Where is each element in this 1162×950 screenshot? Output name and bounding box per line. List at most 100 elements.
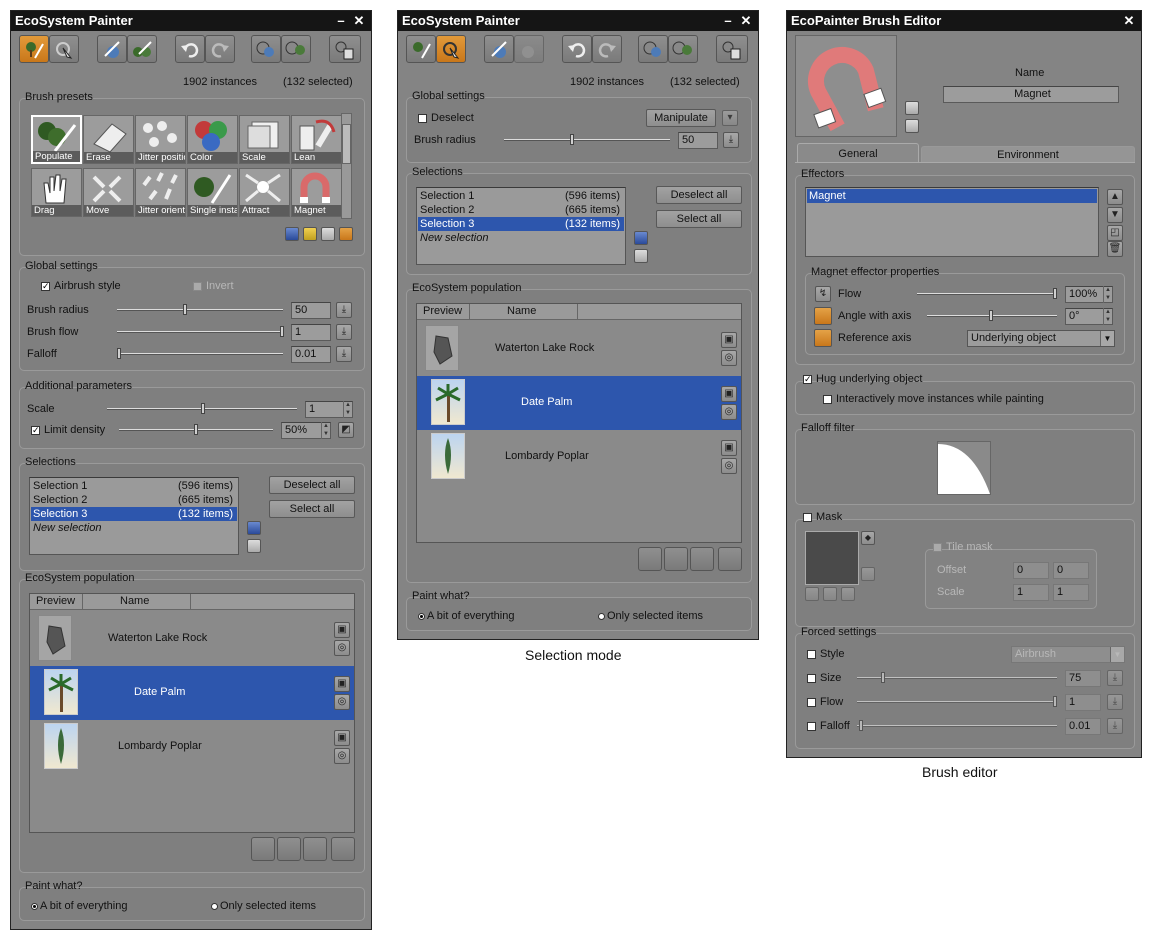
remove-item-button[interactable] — [331, 837, 355, 861]
angle-slider[interactable] — [927, 310, 1057, 321]
angle-spinner[interactable]: ▲ ▼ — [1103, 308, 1112, 325]
falloff-checkbox[interactable] — [807, 722, 816, 731]
add-rock-button[interactable] — [251, 837, 275, 861]
style-select[interactable]: Airbrush ▼ — [1011, 646, 1125, 663]
scale-y-field[interactable]: 1 — [1053, 584, 1089, 601]
save-selection-icon[interactable] — [634, 231, 648, 245]
limit-density-checkbox[interactable]: ✓ — [31, 426, 40, 435]
export-brush-icon[interactable] — [905, 101, 919, 115]
new-selection-item[interactable]: New selection — [418, 231, 624, 245]
edit-object-icon[interactable]: ◎ — [334, 748, 350, 764]
list-item[interactable]: Selection 3 (132 items) — [31, 507, 237, 521]
deselect-checkbox[interactable] — [418, 114, 427, 123]
move-up-icon[interactable]: ▲ — [1107, 189, 1123, 205]
edit-object-icon[interactable]: ◎ — [721, 458, 737, 474]
forced-falloff-field[interactable]: 0.01 — [1065, 718, 1101, 735]
no-spray-button[interactable] — [484, 35, 514, 63]
delete-selection-icon[interactable] — [634, 249, 648, 263]
mask-align-icon[interactable] — [805, 587, 819, 601]
everything-radio[interactable] — [31, 903, 38, 910]
preset-drag[interactable]: Drag — [31, 168, 82, 217]
mask-flip-icon[interactable] — [823, 587, 837, 601]
redo-button[interactable] — [592, 35, 622, 63]
brush-name-field[interactable]: Magnet — [943, 86, 1119, 103]
mask-pick-icon[interactable]: ◆ — [861, 531, 875, 545]
table-row[interactable]: Lombardy Poplar ▣ ◎ — [30, 720, 354, 774]
select-all-button[interactable]: Select all — [656, 210, 742, 228]
edit-object-icon[interactable]: ◎ — [721, 350, 737, 366]
tab-general[interactable]: General — [797, 143, 919, 163]
flow-slider[interactable] — [917, 288, 1057, 299]
reference-axis-link-icon[interactable] — [814, 329, 832, 347]
flow-spinner[interactable]: ▲ ▼ — [1103, 286, 1112, 303]
brush-flow-field[interactable]: 1 — [291, 324, 331, 341]
save-preset-icon[interactable] — [285, 227, 299, 241]
population-options-button[interactable] — [281, 35, 311, 63]
select-all-button[interactable]: Select all — [269, 500, 355, 518]
scale-x-field[interactable]: 1 — [1013, 584, 1049, 601]
paint-mode-button[interactable] — [406, 35, 436, 63]
preset-move[interactable]: Move — [83, 168, 134, 217]
selected-items-radio[interactable] — [598, 613, 605, 620]
falloff-field[interactable]: 0.01 — [291, 346, 331, 363]
population-list[interactable]: Preview Name Waterton Lake Rock ▣ ◎ Date… — [416, 303, 742, 543]
size-checkbox[interactable] — [807, 674, 816, 683]
minimize-button[interactable]: – — [333, 11, 349, 31]
import-population-button[interactable] — [251, 35, 281, 63]
preset-color[interactable]: Color — [187, 115, 238, 164]
add-rock-button[interactable] — [638, 547, 662, 571]
col-preview[interactable]: Preview — [423, 305, 462, 317]
mask-preview[interactable] — [805, 531, 859, 585]
brush-radius-field[interactable]: 50 — [291, 302, 331, 319]
falloff-slider[interactable] — [117, 348, 283, 359]
forced-flow-slider[interactable] — [857, 696, 1057, 707]
selected-items-radio[interactable] — [211, 903, 218, 910]
offset-y-field[interactable]: 0 — [1053, 562, 1089, 579]
brush-flow-slider[interactable] — [117, 326, 284, 337]
no-spray-button[interactable] — [97, 35, 127, 63]
edit-object-icon[interactable]: ◎ — [334, 694, 350, 710]
scale-spinner[interactable]: ▲ ▼ — [343, 401, 352, 418]
everything-radio[interactable] — [418, 613, 425, 620]
edit-preset-icon[interactable] — [339, 227, 353, 241]
list-item[interactable]: Selection 1 (596 items) — [418, 189, 624, 203]
mask-checkbox[interactable] — [803, 513, 812, 522]
brush-radius-pick-icon[interactable]: ⤓ — [336, 302, 352, 318]
table-row[interactable]: Waterton Lake Rock ▣ ◎ — [417, 322, 741, 376]
tab-environment[interactable]: Environment — [921, 146, 1135, 163]
falloff-curve[interactable] — [937, 441, 991, 495]
table-row[interactable]: Date Palm ▣ ◎ — [30, 666, 354, 720]
reference-axis-select[interactable]: Underlying object ▼ — [967, 330, 1115, 347]
brush-radius-slider[interactable] — [504, 134, 670, 145]
col-preview[interactable]: Preview — [36, 595, 75, 607]
add-plant-button[interactable] — [664, 547, 688, 571]
presets-scrollbar[interactable] — [341, 113, 352, 219]
delete-preset-icon[interactable] — [321, 227, 335, 241]
list-item[interactable]: Magnet — [807, 189, 1097, 203]
redo-button[interactable] — [205, 35, 235, 63]
preset-populate[interactable]: Populate — [31, 115, 82, 164]
size-pick-icon[interactable]: ⤓ — [1107, 670, 1123, 686]
list-item[interactable]: Selection 1 (596 items) — [31, 479, 237, 493]
spray-trees-button[interactable] — [127, 35, 157, 63]
preset-jitter-orient[interactable]: Jitter orient. — [135, 168, 186, 217]
clear-population-button[interactable] — [716, 35, 748, 63]
import-population-button[interactable] — [638, 35, 668, 63]
forced-flow-pick-icon[interactable]: ⤓ — [1107, 694, 1123, 710]
spray-trees-button[interactable] — [514, 35, 544, 63]
add-plant-button[interactable] — [277, 837, 301, 861]
deselect-all-button[interactable]: Deselect all — [269, 476, 355, 494]
edit-object-icon[interactable]: ◎ — [721, 404, 737, 420]
limit-density-slider[interactable] — [119, 424, 273, 435]
hug-checkbox[interactable]: ✓ — [803, 375, 812, 384]
mask-edit-icon[interactable] — [861, 567, 875, 581]
preset-attract[interactable]: Attract — [239, 168, 290, 217]
preset-single-instance[interactable]: Single instance — [187, 168, 238, 217]
selections-list[interactable]: Selection 1 (596 items) Selection 2 (665 i… — [416, 187, 626, 265]
add-object-button[interactable] — [303, 837, 327, 861]
delete-brush-icon[interactable] — [905, 119, 919, 133]
select-mode-button[interactable] — [49, 35, 79, 63]
list-item[interactable]: Selection 2 (665 items) — [418, 203, 624, 217]
close-button[interactable]: ✕ — [351, 11, 367, 31]
forced-falloff-slider[interactable] — [857, 720, 1057, 731]
